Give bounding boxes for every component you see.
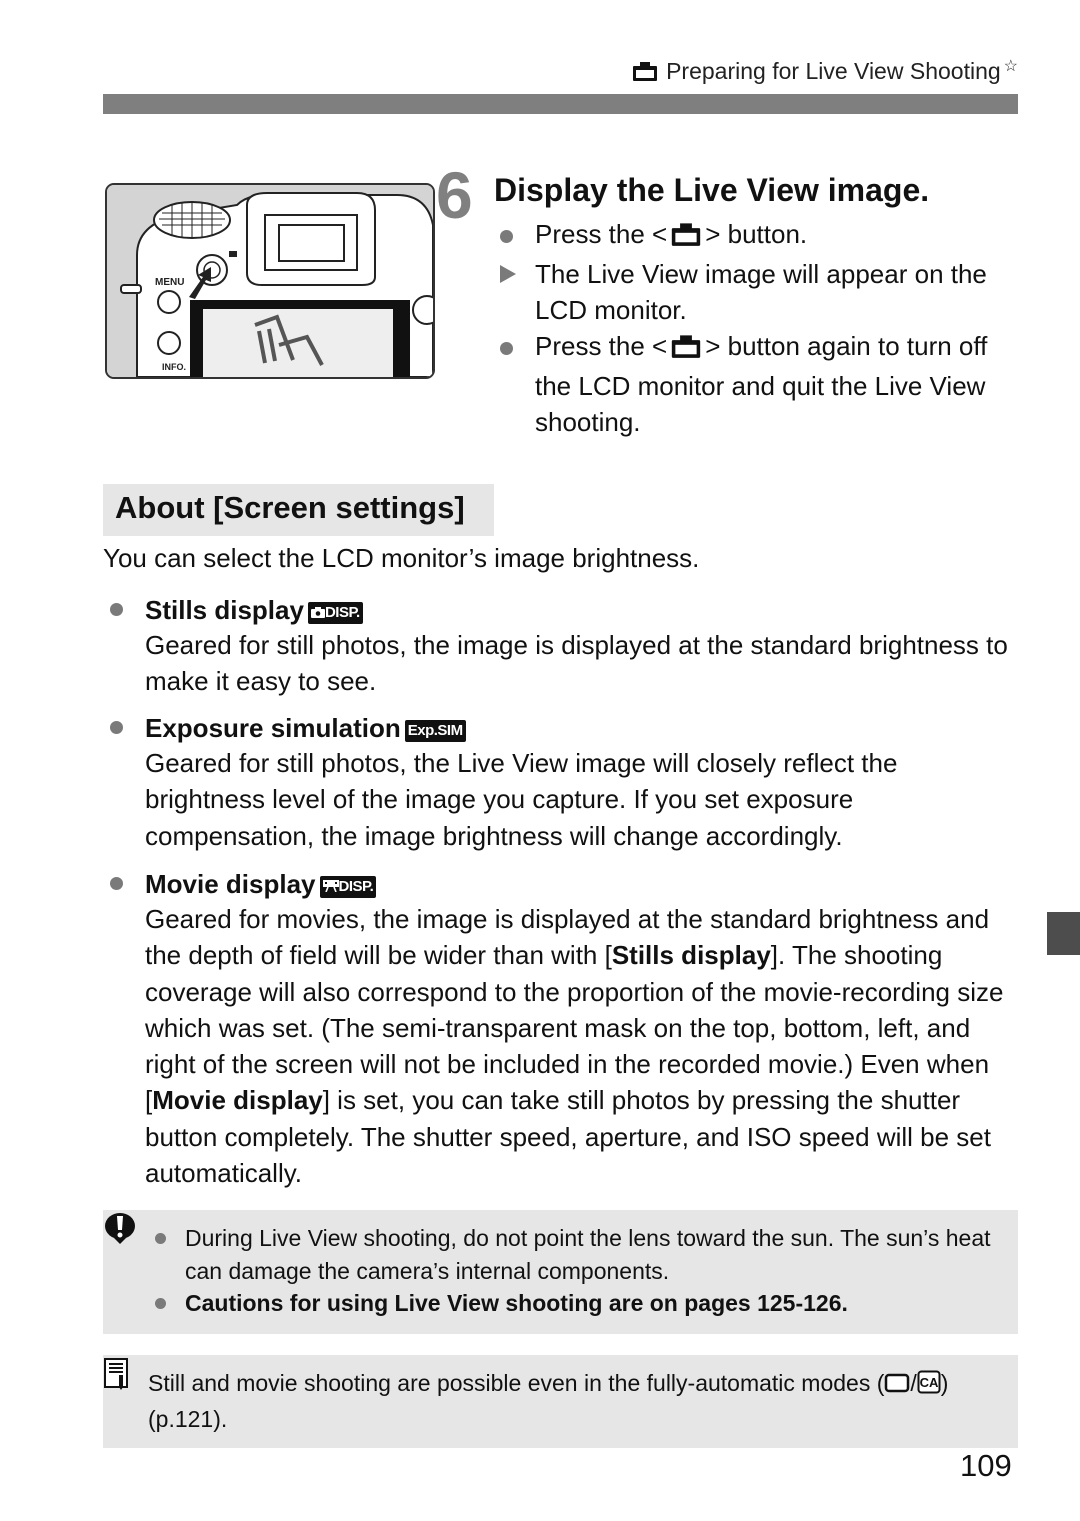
step-list: Press the < > button. The Live View image…: [498, 216, 1018, 440]
option-title: Exposure simulation: [145, 713, 401, 743]
bullet-icon: [110, 877, 123, 890]
full-auto-icon: [884, 1370, 910, 1403]
step-title: Display the Live View image.: [494, 172, 930, 208]
option-exposure-simulation: Exposure simulation Exp.SIM Geared for st…: [108, 711, 1020, 854]
step-number: 6: [436, 158, 473, 232]
movie-display-ref: Movie display: [152, 1085, 323, 1116]
svg-text:MENU: MENU: [155, 277, 184, 288]
option-description: Geared for still photos, the image is di…: [145, 630, 1008, 697]
svg-text:INFO.: INFO.: [162, 362, 186, 372]
memo-icon: [103, 1357, 133, 1396]
option-stills-display: Stills display DISP. Geared for still ph…: [108, 593, 1020, 700]
option-description: Geared for movies, the image is displaye…: [145, 904, 1004, 1189]
step-item: Press the < > button.: [498, 216, 1018, 256]
option-title: Stills display: [145, 595, 304, 625]
caution-icon: [104, 1212, 136, 1251]
step-item: Press the < > button again to turn off th…: [498, 328, 1018, 440]
caution-item: During Live View shooting, do not point …: [155, 1222, 1005, 1287]
camera-icon: [670, 220, 702, 256]
option-title: Movie display: [145, 869, 316, 899]
running-header-title: Preparing for Live View Shooting: [666, 58, 1001, 84]
option-movie-display: Movie display DISP. Geared for movies, t…: [108, 867, 1020, 1191]
bullet-icon: [110, 721, 123, 734]
camera-illustration: MENU INFO.: [105, 183, 435, 379]
camera-icon: [632, 60, 658, 88]
camera-icon: [670, 332, 702, 368]
creative-auto-icon: CA: [917, 1370, 941, 1403]
section-heading: About [Screen settings]: [103, 484, 494, 536]
section-intro: You can select the LCD monitor’s image b…: [103, 543, 700, 573]
bullet-icon: [155, 1298, 166, 1309]
bullet-icon: [500, 342, 513, 355]
movie-display-icon: DISP.: [319, 876, 377, 898]
bullet-icon: [500, 230, 513, 243]
result-arrow-icon: [500, 265, 516, 283]
chapter-tab: [1047, 912, 1080, 955]
bullet-icon: [110, 603, 123, 616]
bullet-icon: [155, 1233, 166, 1244]
star-mark: ☆: [1003, 58, 1018, 75]
stills-display-icon: DISP.: [307, 602, 363, 624]
svg-text:CA: CA: [919, 1375, 938, 1390]
note-text: Still and movie shooting are possible ev…: [148, 1370, 949, 1432]
step-result: The Live View image will appear on the L…: [498, 256, 1018, 328]
running-header: Preparing for Live View Shooting ☆: [600, 56, 1018, 88]
caution-list: During Live View shooting, do not point …: [155, 1222, 1005, 1320]
exposure-simulation-icon: Exp.SIM: [404, 720, 466, 742]
header-bar: [103, 94, 1018, 114]
stills-display-ref: Stills display: [611, 940, 771, 971]
caution-item: Cautions for using Live View shooting ar…: [155, 1287, 1005, 1320]
page-number: 109: [960, 1448, 1012, 1483]
option-description: Geared for still photos, the Live View i…: [145, 748, 898, 851]
